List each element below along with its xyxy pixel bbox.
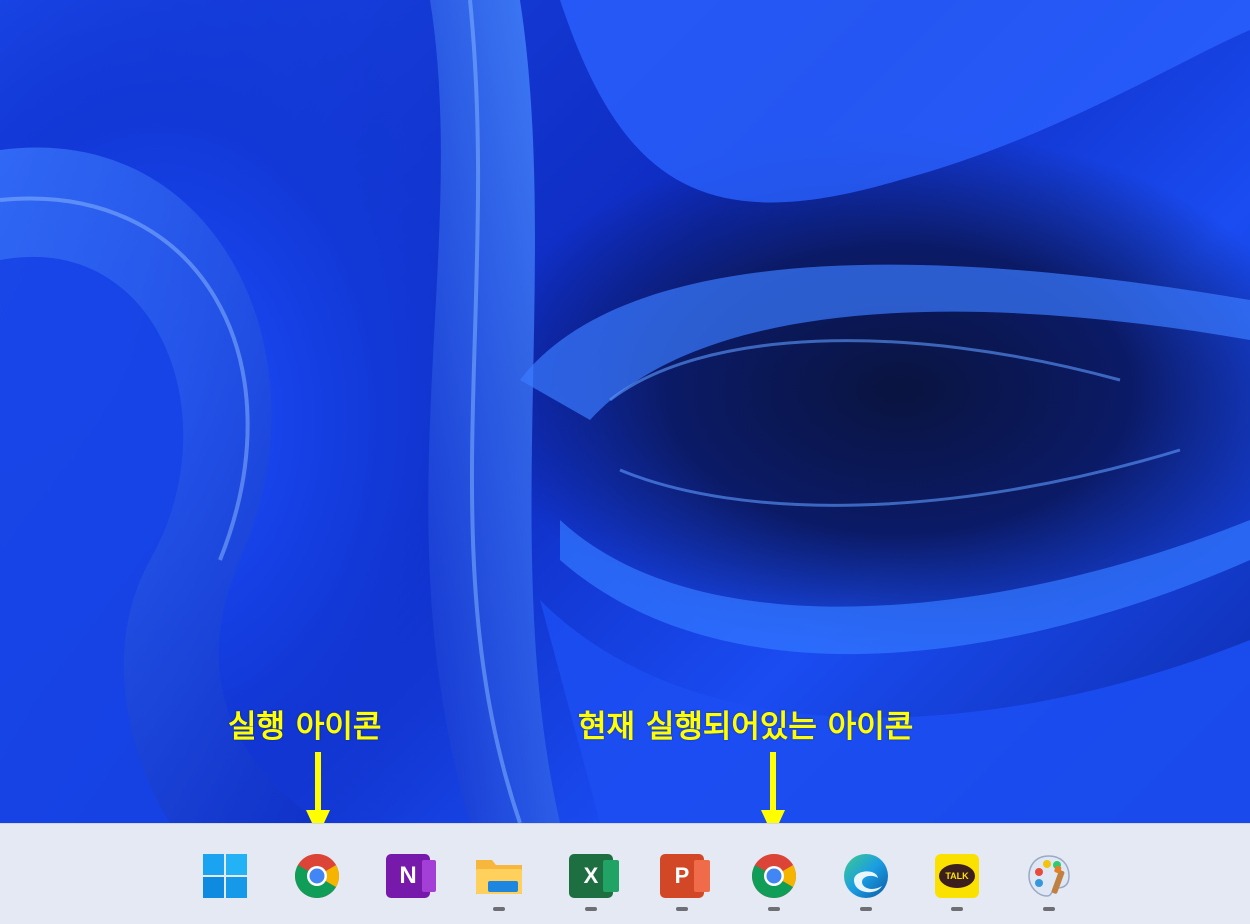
taskbar-powerpoint[interactable]: P (656, 850, 710, 902)
taskbar-chrome-running[interactable] (748, 850, 800, 902)
taskbar-onenote[interactable]: N (382, 850, 436, 902)
taskbar-start-button[interactable] (199, 850, 251, 902)
running-indicator (768, 907, 780, 911)
onenote-icon: N (386, 854, 436, 898)
excel-glyph: X (583, 863, 599, 888)
powerpoint-icon: P (660, 854, 710, 898)
taskbar-chrome-pinned[interactable] (291, 850, 343, 902)
onenote-glyph: N (399, 862, 417, 889)
running-indicator (493, 907, 505, 911)
wallpaper-bloom-art (0, 0, 1250, 823)
running-indicator (676, 907, 688, 911)
annotation-launch-icon-label: 실행 아이콘 (228, 709, 382, 745)
windows-logo-icon (203, 854, 247, 898)
powerpoint-glyph: P (674, 863, 690, 888)
kakaotalk-icon: TALK (935, 854, 979, 898)
taskbar-edge[interactable] (840, 850, 892, 902)
excel-icon: X (569, 854, 619, 898)
edge-icon (844, 854, 888, 898)
taskbar-file-explorer[interactable] (473, 850, 525, 902)
taskbar-kakaotalk[interactable]: TALK (931, 850, 983, 902)
running-indicator (860, 907, 872, 911)
running-indicator (951, 907, 963, 911)
taskbar: N X P TALK (0, 823, 1250, 924)
running-indicator (585, 907, 597, 911)
taskbar-excel[interactable]: X (565, 850, 619, 902)
folder-icon (476, 860, 522, 894)
chrome-icon (295, 854, 339, 898)
running-indicator (1043, 907, 1055, 911)
taskbar-paint[interactable] (1023, 850, 1075, 902)
kakaotalk-glyph: TALK (945, 871, 969, 881)
desktop-wallpaper (0, 0, 1250, 823)
kakaotalk-bubble: TALK (939, 864, 975, 888)
annotation-running-icon-label: 현재 실행되어있는 아이콘 (578, 709, 914, 745)
chrome-icon (752, 854, 796, 898)
paint-palette-icon (1028, 855, 1070, 897)
